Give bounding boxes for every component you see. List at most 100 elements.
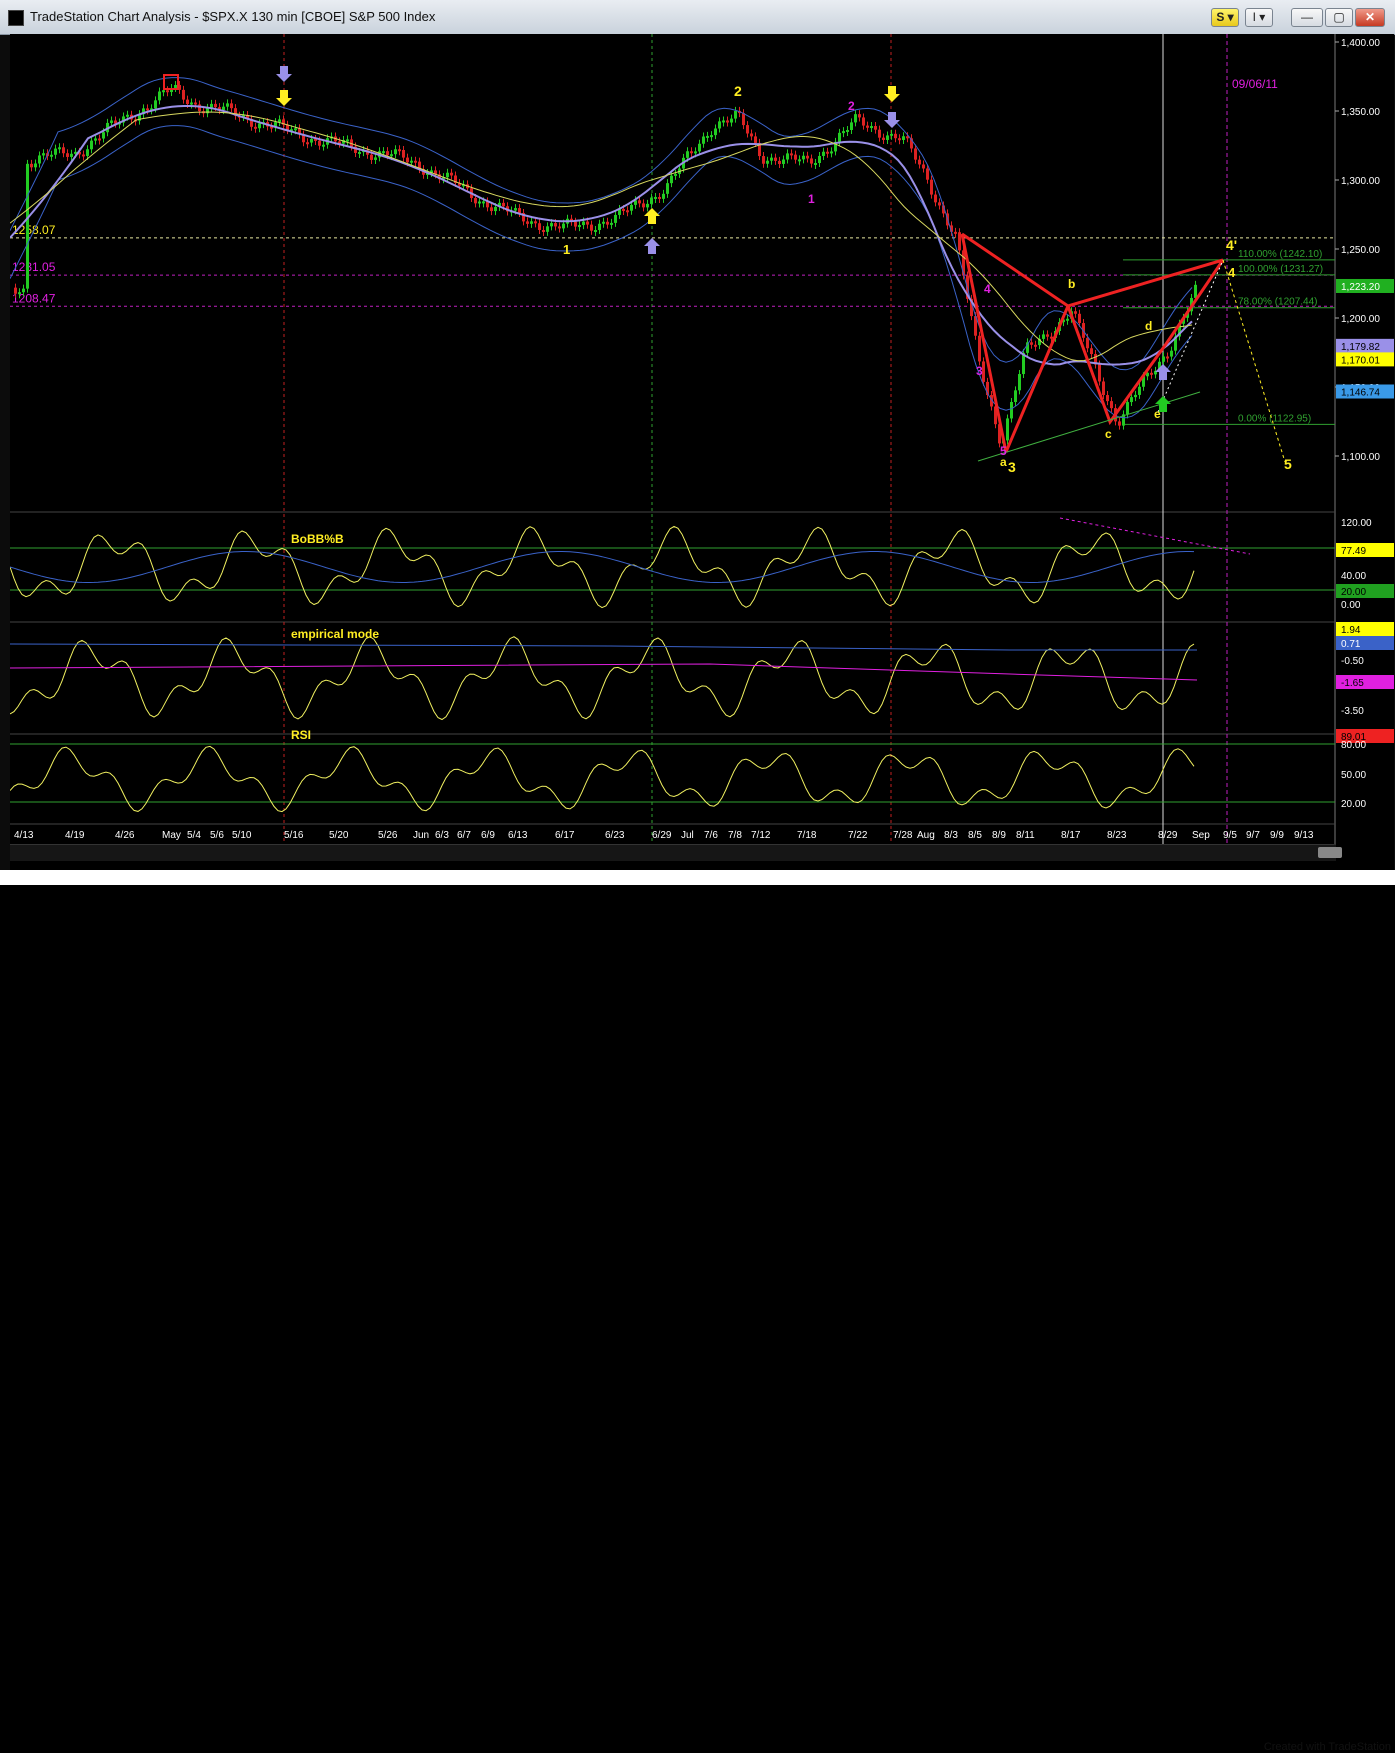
candle-body xyxy=(474,198,477,204)
candle-body xyxy=(1138,386,1141,395)
wave-label: 4 xyxy=(984,282,991,296)
candle-body xyxy=(778,160,781,164)
candle-body xyxy=(674,173,677,176)
candle-body xyxy=(186,99,189,105)
candle-body xyxy=(686,151,689,158)
candle-body xyxy=(410,160,413,163)
candle-body xyxy=(194,102,197,105)
candle-body xyxy=(1018,374,1021,391)
candle-body xyxy=(878,129,881,138)
candle-body xyxy=(1090,348,1093,355)
candle-body xyxy=(590,224,593,231)
indicator-menu-button[interactable]: I ▾ xyxy=(1245,8,1273,27)
candle-body xyxy=(954,231,957,234)
candle-body xyxy=(746,125,749,134)
candle-body xyxy=(818,155,821,163)
x-axis-label: 6/23 xyxy=(605,830,625,841)
price-tick-label: 1,350.00 xyxy=(1341,107,1380,118)
x-axis-label: 6/9 xyxy=(481,830,495,841)
candle-body xyxy=(514,208,517,211)
candle-body xyxy=(394,149,397,155)
candle-body xyxy=(754,136,757,143)
candle-body xyxy=(814,162,817,165)
x-axis-label: 9/7 xyxy=(1246,830,1260,841)
symbol-menu-button[interactable]: S ▾ xyxy=(1211,8,1239,27)
maximize-button[interactable]: ▢ xyxy=(1325,8,1353,27)
x-axis-label: 7/8 xyxy=(728,830,742,841)
candle-body xyxy=(1130,397,1133,403)
x-axis-label: 5/20 xyxy=(329,830,349,841)
minimize-button[interactable]: — xyxy=(1291,8,1323,27)
indicator-badge-label: 1.94 xyxy=(1341,625,1361,636)
candle-body xyxy=(230,103,233,109)
x-axis-label: 4/19 xyxy=(65,830,85,841)
candle-body xyxy=(370,154,373,160)
candle-body xyxy=(146,108,149,111)
horizontal-scrollbar[interactable] xyxy=(10,844,1342,861)
x-axis-label: 8/5 xyxy=(968,830,982,841)
candle-body xyxy=(1106,395,1109,402)
candle-body xyxy=(258,123,261,129)
candle-body xyxy=(50,154,53,157)
candle-body xyxy=(70,153,73,157)
scrollbar-thumb[interactable] xyxy=(1318,847,1342,858)
candle-body xyxy=(806,155,809,159)
candle-body xyxy=(538,223,541,231)
candle-body xyxy=(310,138,313,143)
x-axis-label: 5/16 xyxy=(284,830,304,841)
chart-area[interactable]: 1,400.00 1,350.00 1,300.00 1,250.00 1,200.00… xyxy=(10,34,1394,870)
candle-body xyxy=(534,221,537,224)
candle-body xyxy=(918,159,921,165)
candle-body xyxy=(306,142,309,145)
indicator-title: RSI xyxy=(291,728,311,742)
candle-body xyxy=(550,223,553,227)
x-axis-label: 7/12 xyxy=(751,830,771,841)
candle-body xyxy=(702,136,705,144)
candle-body xyxy=(642,203,645,208)
candle-body xyxy=(62,147,65,154)
candle-body xyxy=(978,335,981,362)
indicator-tick-label: 40.00 xyxy=(1341,571,1366,582)
candle-body xyxy=(726,120,729,123)
candle-body xyxy=(774,157,777,161)
candle-body xyxy=(562,223,565,229)
candle-body xyxy=(14,287,17,294)
candle-body xyxy=(386,151,389,156)
candle-body xyxy=(598,223,601,231)
candle-body xyxy=(42,153,45,156)
indicator-tick-label: 50.00 xyxy=(1341,770,1366,781)
x-axis-label: 4/13 xyxy=(14,830,34,841)
candle-body xyxy=(1170,350,1173,357)
candle-body xyxy=(518,208,521,214)
candle-body xyxy=(626,210,629,213)
candle-body xyxy=(558,226,561,229)
indicator-title: empirical mode xyxy=(291,627,379,641)
candle-body xyxy=(482,201,485,204)
candle-body xyxy=(198,104,201,112)
candle-body xyxy=(1010,402,1013,419)
x-axis-label: 9/5 xyxy=(1223,830,1237,841)
fib-label: 0.00% (1122.95) xyxy=(1238,413,1311,424)
date-marker-label: 09/06/11 xyxy=(1232,77,1278,91)
candle-body xyxy=(666,183,669,194)
candle-body xyxy=(86,149,89,156)
candle-body xyxy=(938,202,941,206)
candle-body xyxy=(98,138,101,141)
candle-body xyxy=(318,140,321,146)
close-button[interactable]: ✕ xyxy=(1355,8,1385,27)
candle-body xyxy=(934,194,937,203)
candle-body xyxy=(654,196,657,199)
candle-body xyxy=(606,221,609,225)
candle-body xyxy=(1118,421,1121,426)
fib-label: 78.00% (1207.44) xyxy=(1238,297,1318,308)
wave-label: c xyxy=(1105,427,1112,441)
candle-body xyxy=(406,157,409,163)
title-bar[interactable]: TradeStation Chart Analysis - $SPX.X 130… xyxy=(0,0,1395,35)
candle-body xyxy=(66,153,69,157)
candle-body xyxy=(1034,344,1037,347)
candle-body xyxy=(782,159,785,164)
candle-body xyxy=(602,221,605,224)
candle-body xyxy=(922,164,925,169)
candle-body xyxy=(446,172,449,178)
candle-body xyxy=(866,125,869,128)
